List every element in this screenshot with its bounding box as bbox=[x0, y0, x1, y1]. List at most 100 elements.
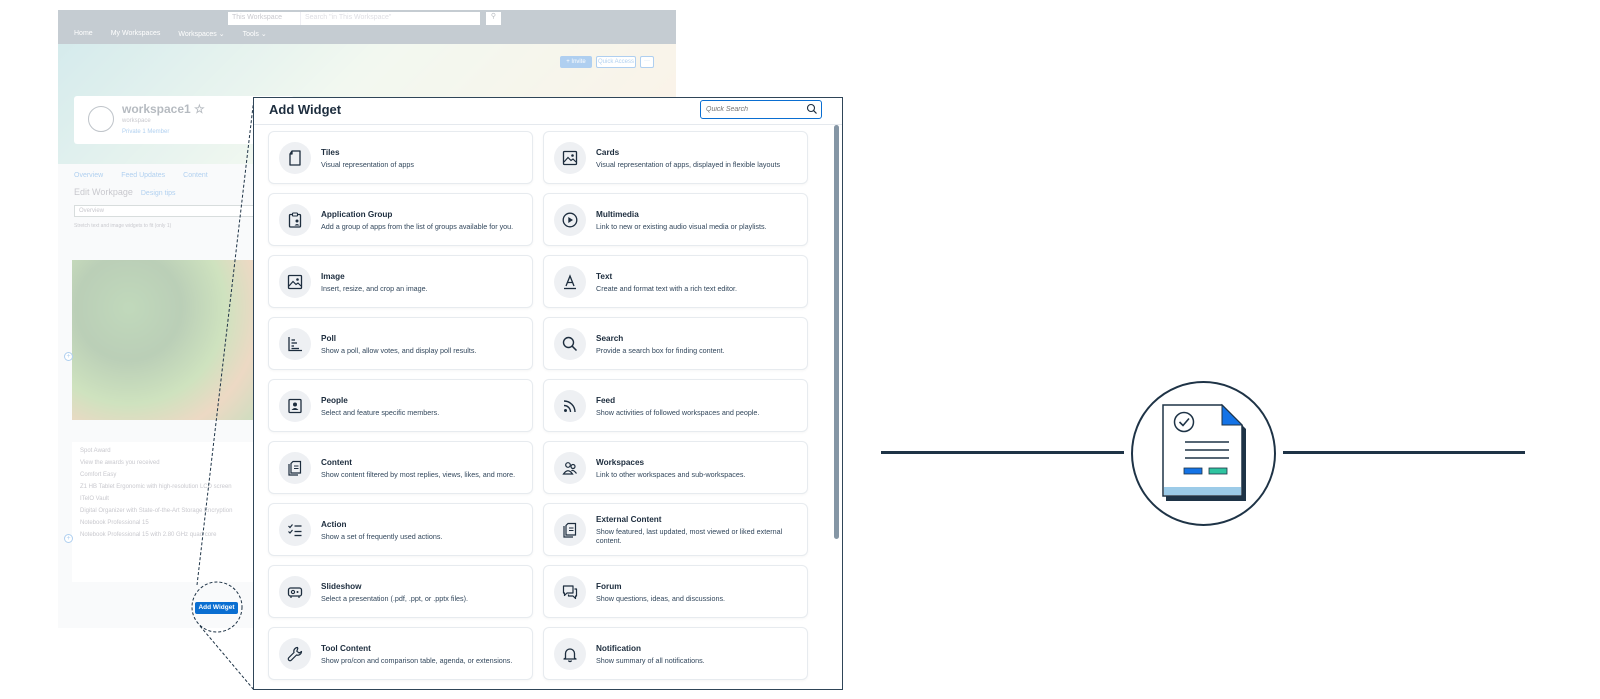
widget-tile-feed[interactable]: Feed Show activities of followed workspa… bbox=[543, 379, 808, 432]
award-item: Comfort Easy bbox=[80, 472, 117, 478]
widget-name: Action bbox=[321, 520, 347, 529]
widget-tile-external-content[interactable]: External Content Show featured, last upd… bbox=[543, 503, 808, 556]
widget-tile-poll[interactable]: Poll Show a poll, allow votes, and displ… bbox=[268, 317, 533, 370]
awards-widget: Spot Award View the awards you received … bbox=[72, 442, 262, 582]
add-section-plus-icon[interactable]: + bbox=[64, 352, 73, 361]
widget-name: Cards bbox=[596, 148, 620, 157]
widget-description: Show a poll, allow votes, and display po… bbox=[321, 346, 477, 355]
play-icon bbox=[554, 204, 586, 236]
widget-tile-workspaces[interactable]: Workspaces Link to other workspaces and … bbox=[543, 441, 808, 494]
section-select[interactable]: Overview bbox=[74, 205, 254, 217]
contact-card-icon bbox=[279, 390, 311, 422]
nav-tools[interactable]: Tools ⌄ bbox=[243, 30, 267, 38]
widget-description: Show summary of all notifications. bbox=[596, 656, 705, 665]
clipboard-user-icon bbox=[279, 204, 311, 236]
widget-tile-tiles[interactable]: Tiles Visual representation of apps bbox=[268, 131, 533, 184]
external-documents-icon bbox=[554, 514, 586, 546]
widget-tile-slideshow[interactable]: Slideshow Select a presentation (.pdf, .… bbox=[268, 565, 533, 618]
card-image-icon bbox=[554, 142, 586, 174]
design-tips-link[interactable]: Design tips bbox=[141, 190, 176, 197]
dialog-title: Add Widget bbox=[269, 102, 342, 117]
search-scope-select[interactable]: This Workspace bbox=[228, 12, 300, 25]
widget-description: Link to new or existing audio visual med… bbox=[596, 222, 767, 231]
widget-tile-people[interactable]: People Select and feature specific membe… bbox=[268, 379, 533, 432]
widget-tile-multimedia[interactable]: Multimedia Link to new or existing audio… bbox=[543, 193, 808, 246]
widget-description: Insert, resize, and crop an image. bbox=[321, 284, 428, 293]
widget-tile-action[interactable]: Action Show a set of frequently used act… bbox=[268, 503, 533, 556]
more-button[interactable]: ··· bbox=[640, 56, 654, 68]
tab-content[interactable]: Content bbox=[183, 172, 208, 179]
widget-description: Select a presentation (.pdf, .ppt, or .p… bbox=[321, 594, 469, 603]
widget-tile-cards[interactable]: Cards Visual representation of apps, dis… bbox=[543, 131, 808, 184]
dialog-header: Add Widget bbox=[254, 98, 842, 124]
widget-name: Tiles bbox=[321, 148, 340, 157]
tab-overview[interactable]: Overview bbox=[74, 172, 103, 179]
award-item: Notebook Professional 15 with 2.80 GHz q… bbox=[80, 532, 217, 538]
feed-icon bbox=[554, 390, 586, 422]
search-icon[interactable] bbox=[806, 103, 818, 115]
group-icon bbox=[554, 452, 586, 484]
widget-tile-forum[interactable]: Forum Show questions, ideas, and discuss… bbox=[543, 565, 808, 618]
award-item: Digital Organizer with State-of-the-Art … bbox=[80, 508, 233, 514]
widget-name: External Content bbox=[596, 515, 662, 524]
search-icon bbox=[554, 328, 586, 360]
widget-description: Show a set of frequently used actions. bbox=[321, 532, 443, 541]
bar-chart-icon bbox=[279, 328, 311, 360]
nav-home[interactable]: Home bbox=[74, 30, 93, 38]
shell-nav: Home My Workspaces Workspaces ⌄ Tools ⌄ bbox=[58, 30, 267, 38]
edit-workpage-title: Edit Workpage bbox=[74, 187, 133, 197]
add-section-plus-icon[interactable]: + bbox=[64, 534, 73, 543]
widget-name: Notification bbox=[596, 644, 642, 653]
quick-search-input[interactable] bbox=[700, 100, 822, 119]
widget-name: Feed bbox=[596, 396, 616, 405]
image-icon bbox=[279, 266, 311, 298]
widget-tile-search[interactable]: Search Provide a search box for finding … bbox=[543, 317, 808, 370]
widget-description: Show featured, last updated, most viewed… bbox=[596, 527, 783, 545]
widget-tile-tool-content[interactable]: Tool Content Show pro/con and comparison… bbox=[268, 627, 533, 680]
widget-name: Multimedia bbox=[596, 210, 639, 219]
workspace-meta: Private 1 Member bbox=[122, 129, 170, 135]
widget-description: Create and format text with a rich text … bbox=[596, 284, 738, 293]
connector-line-left bbox=[881, 451, 1124, 454]
nav-my-workspaces[interactable]: My Workspaces bbox=[111, 30, 161, 38]
wrench-icon bbox=[279, 638, 311, 670]
shell-bar: This Workspace Search "in This Workspace… bbox=[58, 10, 676, 44]
quick-access-button[interactable]: Quick Access bbox=[596, 56, 636, 68]
workspace-group-icon bbox=[88, 106, 114, 132]
checklist-icon bbox=[279, 514, 311, 546]
award-item: Spot Award bbox=[80, 448, 111, 454]
shell-search-input[interactable]: Search "in This Workspace" bbox=[300, 12, 480, 25]
workspace-subtitle: workspace bbox=[122, 118, 151, 124]
widget-description: Visual representation of apps bbox=[321, 160, 414, 169]
widget-tile-image[interactable]: Image Insert, resize, and crop an image. bbox=[268, 255, 533, 308]
widget-name: Workspaces bbox=[596, 458, 645, 467]
add-widget-dialog: Add Widget Tiles Visual representation o… bbox=[253, 97, 843, 690]
widget-name: Content bbox=[321, 458, 352, 467]
widget-name: Application Group bbox=[321, 210, 393, 219]
widget-description: Provide a search box for finding content… bbox=[596, 346, 725, 355]
documents-icon bbox=[279, 452, 311, 484]
dialog-scrollbar[interactable] bbox=[834, 125, 840, 689]
checked-document-icon bbox=[1162, 403, 1246, 501]
stage: This Workspace Search "in This Workspace… bbox=[0, 0, 1600, 699]
widget-description: Add a group of apps from the list of gro… bbox=[321, 222, 514, 231]
dialog-divider bbox=[254, 124, 842, 125]
nav-workspaces[interactable]: Workspaces ⌄ bbox=[178, 30, 224, 38]
widget-tile-notification[interactable]: Notification Show summary of all notific… bbox=[543, 627, 808, 680]
invite-button[interactable]: + Invite bbox=[560, 56, 592, 68]
scrollbar-thumb[interactable] bbox=[834, 125, 839, 539]
award-item: ITelO Vault bbox=[80, 496, 109, 502]
widget-name: Forum bbox=[596, 582, 622, 591]
widget-description: Show pro/con and comparison table, agend… bbox=[321, 656, 513, 665]
widget-tile-application-group[interactable]: Application Group Add a group of apps fr… bbox=[268, 193, 533, 246]
tab-feed-updates[interactable]: Feed Updates bbox=[121, 172, 165, 179]
shell-search-button[interactable]: ⚲ bbox=[486, 12, 501, 25]
widget-tile-text[interactable]: Text Create and format text with a rich … bbox=[543, 255, 808, 308]
widget-tile-content[interactable]: Content Show content filtered by most re… bbox=[268, 441, 533, 494]
forest-image-widget bbox=[72, 260, 262, 420]
widget-name: Text bbox=[596, 272, 613, 281]
add-widget-button[interactable]: Add Widget bbox=[195, 602, 238, 614]
projector-icon bbox=[279, 576, 311, 608]
workspace-title: workspace1 ☆ bbox=[122, 102, 205, 116]
discussion-icon bbox=[554, 576, 586, 608]
